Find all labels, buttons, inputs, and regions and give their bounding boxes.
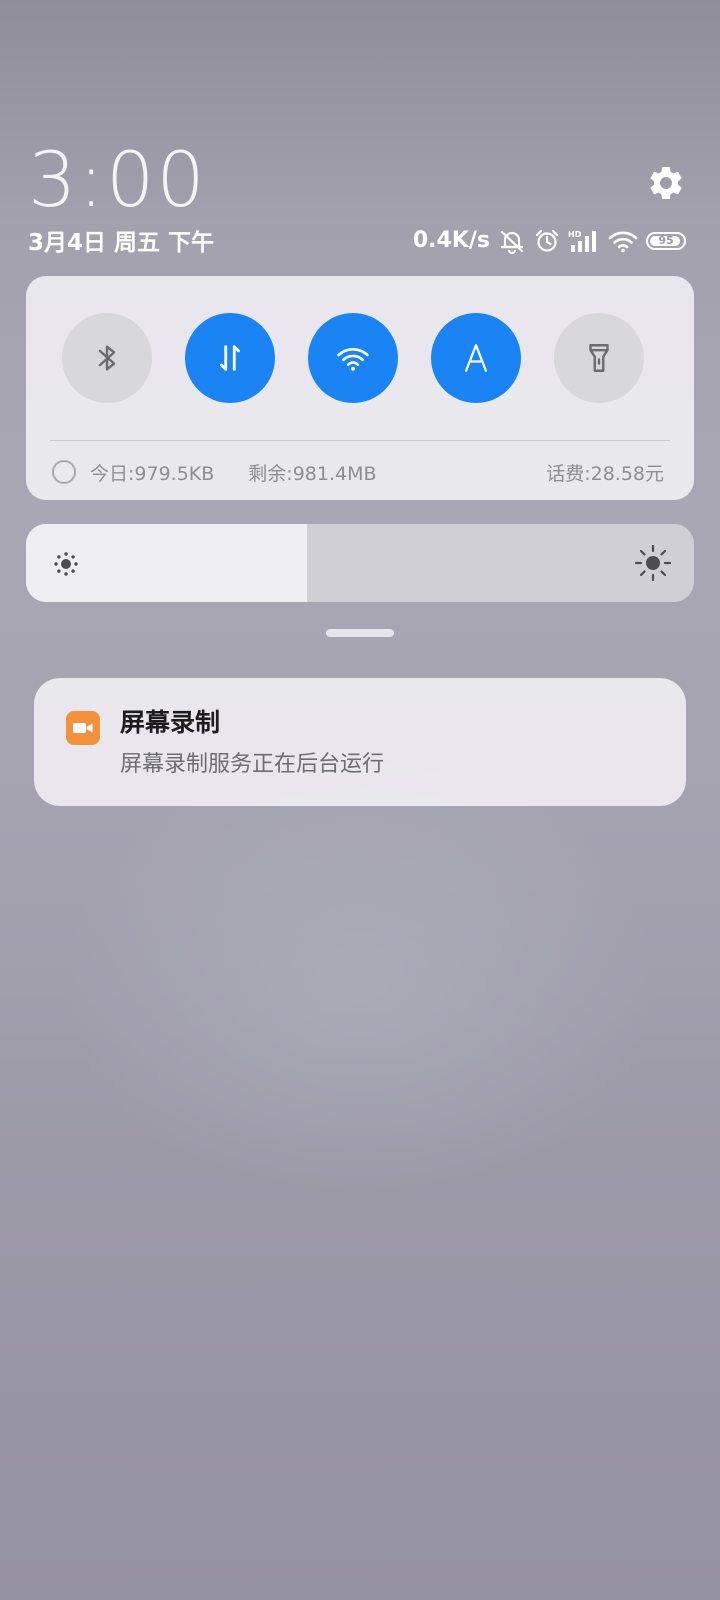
flashlight-toggle[interactable] [554,313,644,403]
wifi-icon [608,231,638,253]
mobile-data-icon [220,345,240,371]
mute-bell-icon [500,230,524,254]
brightness-high-icon [634,544,672,582]
video-camera-icon [73,723,93,733]
notification-text: 屏幕录制服务正在后台运行 [120,752,385,777]
phone-balance: 话费:28.58元 [546,462,664,485]
auto-brightness-icon [464,344,488,372]
wifi-icon [337,348,369,371]
clock-time: 3:00 [28,135,207,224]
auto-brightness-toggle[interactable] [431,313,521,403]
status-bar: 0.4K/s HD 95 [413,226,686,256]
data-remaining: 剩余:981.4MB [248,462,377,485]
settings-button[interactable] [646,163,686,203]
gear-icon [650,167,682,199]
brightness-low-icon [54,552,78,576]
alarm-icon [535,229,559,252]
date-label: 3月4日 周五 下午 [28,230,215,256]
bluetooth-toggle[interactable] [62,313,152,403]
divider [50,440,670,441]
notification-screen-recording[interactable]: 屏幕录制 屏幕录制服务正在后台运行 [34,678,686,806]
net-speed: 0.4K/s [412,228,490,253]
battery-level: 95 [658,234,674,247]
mobile-data-toggle[interactable] [185,313,275,403]
flashlight-icon [589,344,609,372]
bluetooth-icon [98,345,116,371]
notification-title: 屏幕录制 [120,708,221,737]
hd-signal-icon: HD [568,230,596,252]
data-usage-ring-icon [52,460,76,484]
battery-icon: 95 [646,232,686,250]
quick-settings-panel: 今日:979.5KB 剩余:981.4MB 话费:28.58元 [26,276,694,500]
wifi-toggle[interactable] [308,313,398,403]
svg-text:HD: HD [568,230,582,239]
data-today: 今日:979.5KB [90,462,215,485]
brightness-slider[interactable] [26,524,694,602]
data-usage-row[interactable]: 今日:979.5KB 剩余:981.4MB 话费:28.58元 [52,454,664,490]
notification-app-icon [66,711,100,745]
panel-drag-handle[interactable] [326,629,394,637]
